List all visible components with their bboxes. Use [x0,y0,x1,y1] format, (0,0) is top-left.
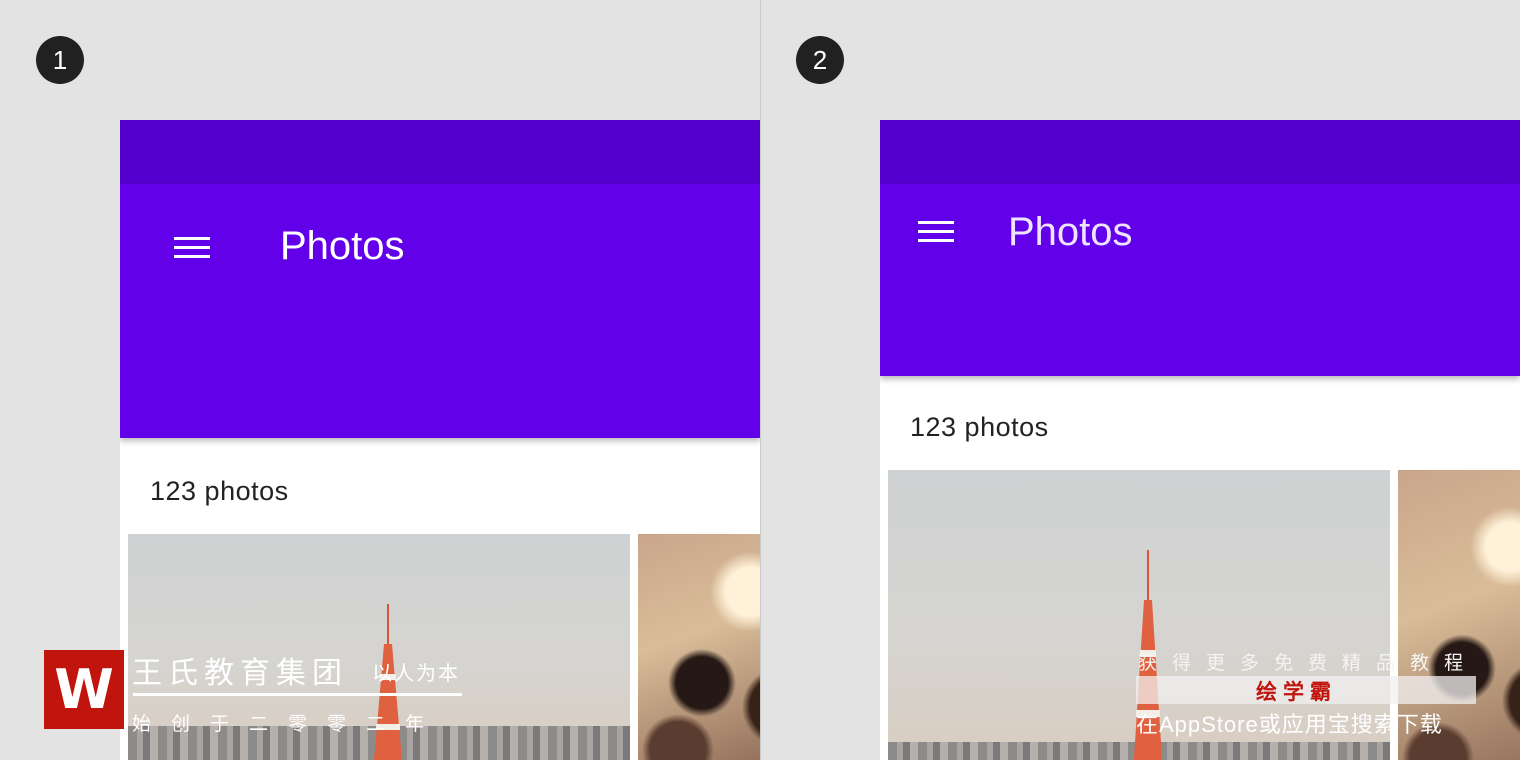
photo-count: 123 photos [910,412,1049,442]
panel-step-1: 1 Photos 123 photos [0,0,760,760]
status-bar [880,120,1520,184]
app-title: Photos [280,224,405,268]
menu-icon[interactable] [174,236,210,260]
panel-step-2: 2 Photos 123 photos [761,0,1520,760]
tower-photo[interactable] [128,534,630,760]
svg-text:W: W [54,658,114,721]
app-bar-collapsing: Photos [880,184,1520,376]
step-badge: 2 [796,36,844,84]
tokyo-tower-graphic [374,604,402,760]
step-badge: 1 [36,36,84,84]
app-title: Photos [1008,210,1133,254]
status-bar [120,120,760,184]
watermark-band [1136,676,1476,704]
phone-screen: Photos 123 photos [120,120,760,760]
menu-icon[interactable] [918,220,954,244]
app-bar-expanded: Photos [120,184,760,438]
crowd-photo[interactable] [638,534,760,760]
watermark-rule [133,693,462,696]
crowd-photo[interactable] [1398,470,1520,760]
tower-photo[interactable] [888,470,1390,760]
phone-screen: Photos 123 photos [880,120,1520,760]
watermark-logo: W [44,650,124,729]
tokyo-tower-graphic [1133,550,1163,760]
photo-count: 123 photos [150,476,289,506]
